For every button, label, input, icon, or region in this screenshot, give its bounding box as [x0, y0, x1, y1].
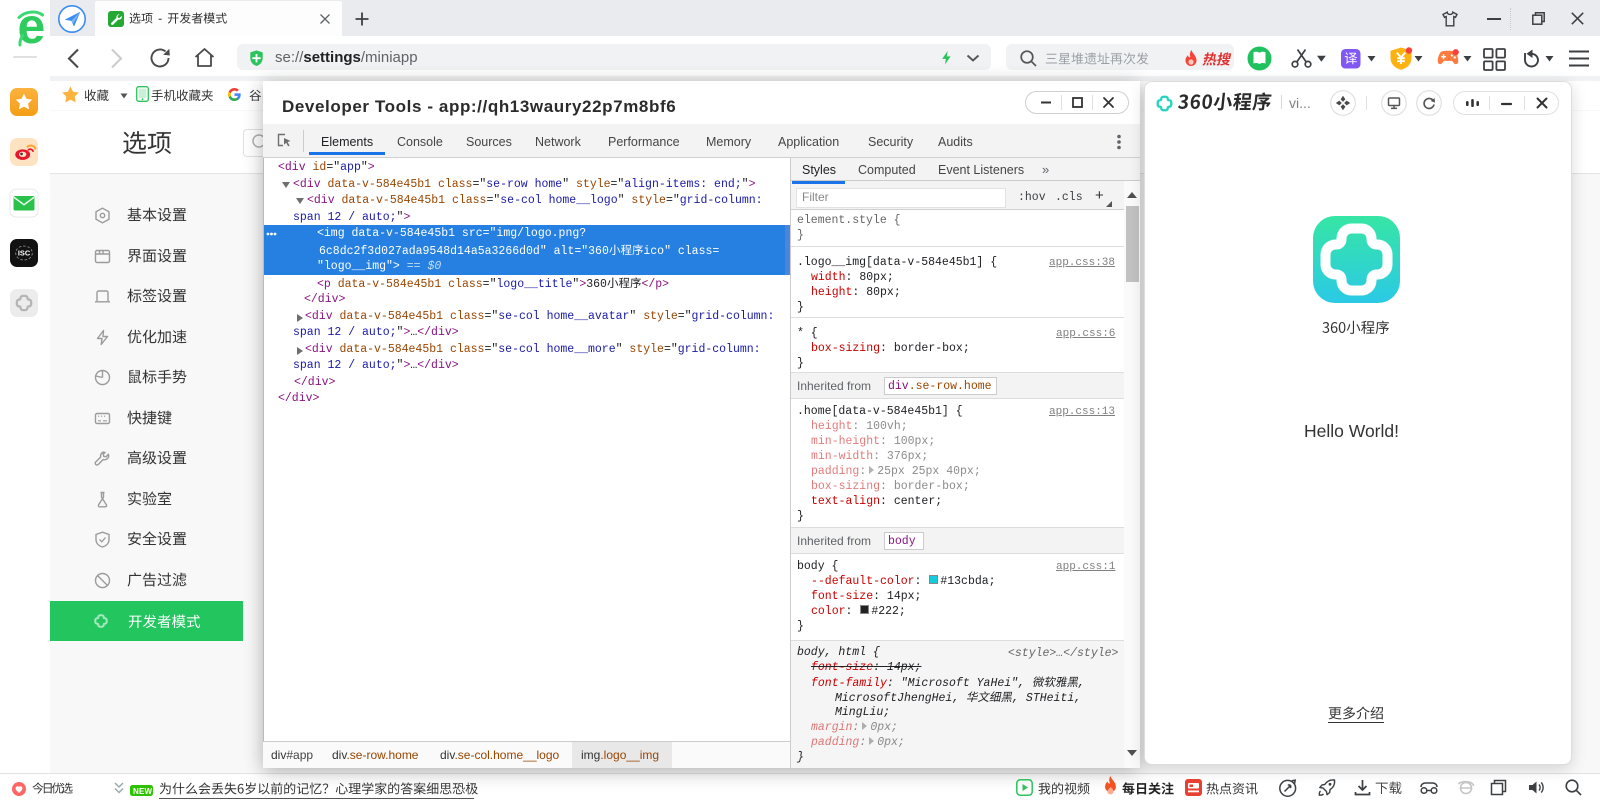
- svg-text:e: e: [18, 0, 46, 54]
- svg-text:ISC: ISC: [18, 249, 31, 258]
